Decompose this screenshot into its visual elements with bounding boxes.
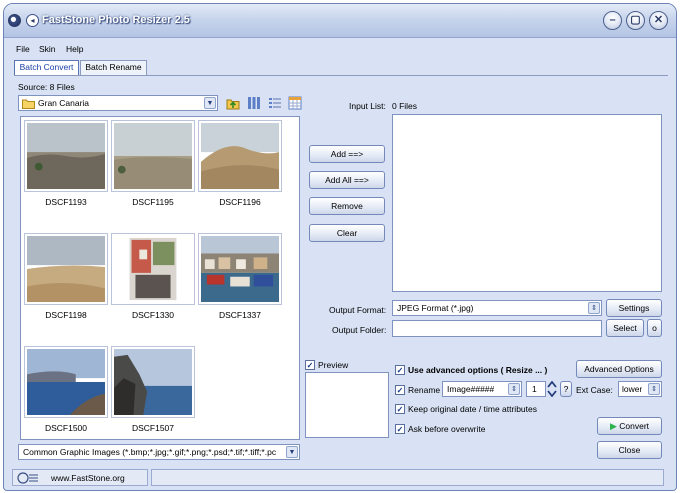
input-list-label: Input List: — [349, 101, 386, 111]
chevron-down-icon[interactable]: ▼ — [204, 97, 216, 109]
photo-image — [201, 123, 279, 189]
thumbnail-dscf1198[interactable] — [24, 233, 108, 305]
file-type-filter-value: Common Graphic Images (*.bmp;*.jpg;*.gif… — [23, 447, 277, 457]
chevron-down-icon[interactable]: ▼ — [286, 446, 298, 458]
photo-image — [114, 236, 192, 302]
folder-icon — [22, 99, 35, 109]
menu-help[interactable]: Help — [66, 44, 83, 54]
convert-button[interactable]: ▶ Convert — [597, 417, 662, 435]
select-folder-button[interactable]: Select — [606, 319, 644, 337]
output-format-label: Output Format: — [329, 305, 387, 315]
rename-pattern-value: Image##### — [447, 384, 495, 394]
thumbnail-label: DSCF1330 — [131, 310, 175, 320]
thumbnails-view-icon[interactable] — [247, 96, 261, 110]
keep-date-label: Keep original date / time attributes — [408, 404, 537, 414]
thumbnail-browser[interactable]: DSCF1193 DSCF1195 DSCF1196 DSCF1198 DSCF… — [20, 116, 300, 440]
play-arrow-icon: ▶ — [609, 421, 617, 431]
ext-case-label: Ext Case: — [576, 385, 613, 395]
thumbnail-dscf1337[interactable] — [198, 233, 282, 305]
status-bar: www.FastStone.org — [12, 469, 668, 486]
close-window-button[interactable]: ✕ — [649, 11, 668, 30]
thumbnail-label: DSCF1193 — [45, 197, 87, 207]
folder-up-icon[interactable] — [226, 96, 240, 110]
settings-button[interactable]: Settings — [606, 299, 662, 317]
menu-bar: File Skin Help — [4, 42, 676, 56]
rename-checkbox[interactable]: ✓ — [395, 385, 405, 395]
advanced-options-button[interactable]: Advanced Options — [576, 360, 662, 378]
thumbnail-dscf1330[interactable] — [111, 233, 195, 305]
ext-case-select[interactable]: lower ⇕ — [618, 381, 662, 397]
chevron-updown-icon[interactable]: ⇕ — [508, 383, 520, 395]
app-logo-icon — [8, 14, 21, 27]
output-format-value: JPEG Format (*.jpg) — [397, 303, 474, 313]
photo-image — [114, 123, 192, 189]
rename-help-button[interactable]: ? — [560, 381, 572, 397]
source-count-label: Source: 8 Files — [18, 82, 75, 92]
thumbnail-dscf1193[interactable] — [24, 120, 108, 192]
thumbnail-dscf1500[interactable] — [24, 346, 108, 418]
menu-file[interactable]: File — [16, 44, 30, 54]
input-list-box[interactable] — [392, 114, 662, 292]
rename-label: Rename — [408, 385, 441, 395]
menu-skin[interactable]: Skin — [39, 44, 56, 54]
source-folder-value: Gran Canaria — [38, 98, 90, 108]
faststone-logo-icon — [17, 472, 38, 484]
status-message-segment — [151, 469, 664, 486]
list-view-icon[interactable] — [268, 96, 282, 110]
remove-button[interactable]: Remove — [309, 197, 385, 215]
add-button[interactable]: Add ==> — [309, 145, 385, 163]
photo-image — [27, 123, 105, 189]
close-button[interactable]: Close — [597, 441, 662, 459]
output-folder-label: Output Folder: — [332, 325, 387, 335]
details-view-icon[interactable] — [288, 96, 302, 110]
output-format-select[interactable]: JPEG Format (*.jpg) ⇕ — [392, 300, 602, 316]
tab-divider — [14, 75, 668, 76]
chevron-updown-icon[interactable]: ⇕ — [648, 383, 660, 395]
use-advanced-checkbox[interactable]: ✓ — [395, 365, 405, 375]
ext-case-value: lower — [622, 384, 643, 394]
thumbnail-dscf1195[interactable] — [111, 120, 195, 192]
spinner-arrows-icon[interactable] — [547, 381, 557, 397]
thumbnail-label: DSCF1507 — [131, 423, 175, 433]
photo-image — [201, 236, 279, 302]
source-folder-select[interactable]: Gran Canaria ▼ — [18, 95, 218, 111]
clear-button[interactable]: Clear — [309, 224, 385, 242]
photo-image — [27, 349, 105, 415]
preview-label: Preview — [318, 360, 349, 370]
thumbnail-label: DSCF1196 — [219, 197, 261, 207]
title-bar[interactable]: ◂ FastStone Photo Resizer 2.5 – ▢ ✕ — [4, 4, 676, 38]
app-window: ◂ FastStone Photo Resizer 2.5 – ▢ ✕ File… — [3, 3, 677, 491]
status-url: www.FastStone.org — [51, 473, 125, 483]
preview-pane — [305, 372, 389, 438]
thumbnail-label: DSCF1337 — [218, 310, 262, 320]
rename-pattern-field[interactable]: Image##### ⇕ — [442, 381, 522, 397]
tab-batch-rename[interactable]: Batch Rename — [80, 60, 147, 75]
file-type-filter-select[interactable]: Common Graphic Images (*.bmp;*.jpg;*.gif… — [18, 444, 300, 460]
status-url-segment[interactable]: www.FastStone.org — [12, 469, 148, 486]
photo-image — [114, 349, 192, 415]
tab-batch-convert[interactable]: Batch Convert — [14, 60, 79, 75]
window-title: FastStone Photo Resizer 2.5 — [42, 14, 190, 26]
chevron-updown-icon[interactable]: ⇕ — [588, 302, 600, 314]
preview-checkbox[interactable]: ✓ — [305, 360, 315, 370]
thumbnail-label: DSCF1500 — [44, 423, 88, 433]
system-menu-icon[interactable]: ◂ — [26, 14, 39, 27]
keep-date-checkbox[interactable]: ✓ — [395, 404, 405, 414]
output-folder-field[interactable] — [392, 320, 602, 337]
use-advanced-label: Use advanced options ( Resize ... ) — [408, 365, 548, 375]
maximize-button[interactable]: ▢ — [626, 11, 645, 30]
thumbnail-dscf1196[interactable] — [198, 120, 282, 192]
thumbnail-label: DSCF1195 — [132, 197, 174, 207]
thumbnail-label: DSCF1198 — [45, 310, 87, 320]
thumbnail-dscf1507[interactable] — [111, 346, 195, 418]
rename-start-field[interactable]: 1 — [526, 381, 546, 397]
ask-overwrite-checkbox[interactable]: ✓ — [395, 424, 405, 434]
minimize-button[interactable]: – — [603, 11, 622, 30]
ask-overwrite-label: Ask before overwrite — [408, 424, 486, 434]
input-list-count: 0 Files — [392, 101, 418, 111]
photo-image — [27, 236, 105, 302]
add-all-button[interactable]: Add All ==> — [309, 171, 385, 189]
open-folder-button[interactable]: o — [647, 319, 662, 337]
